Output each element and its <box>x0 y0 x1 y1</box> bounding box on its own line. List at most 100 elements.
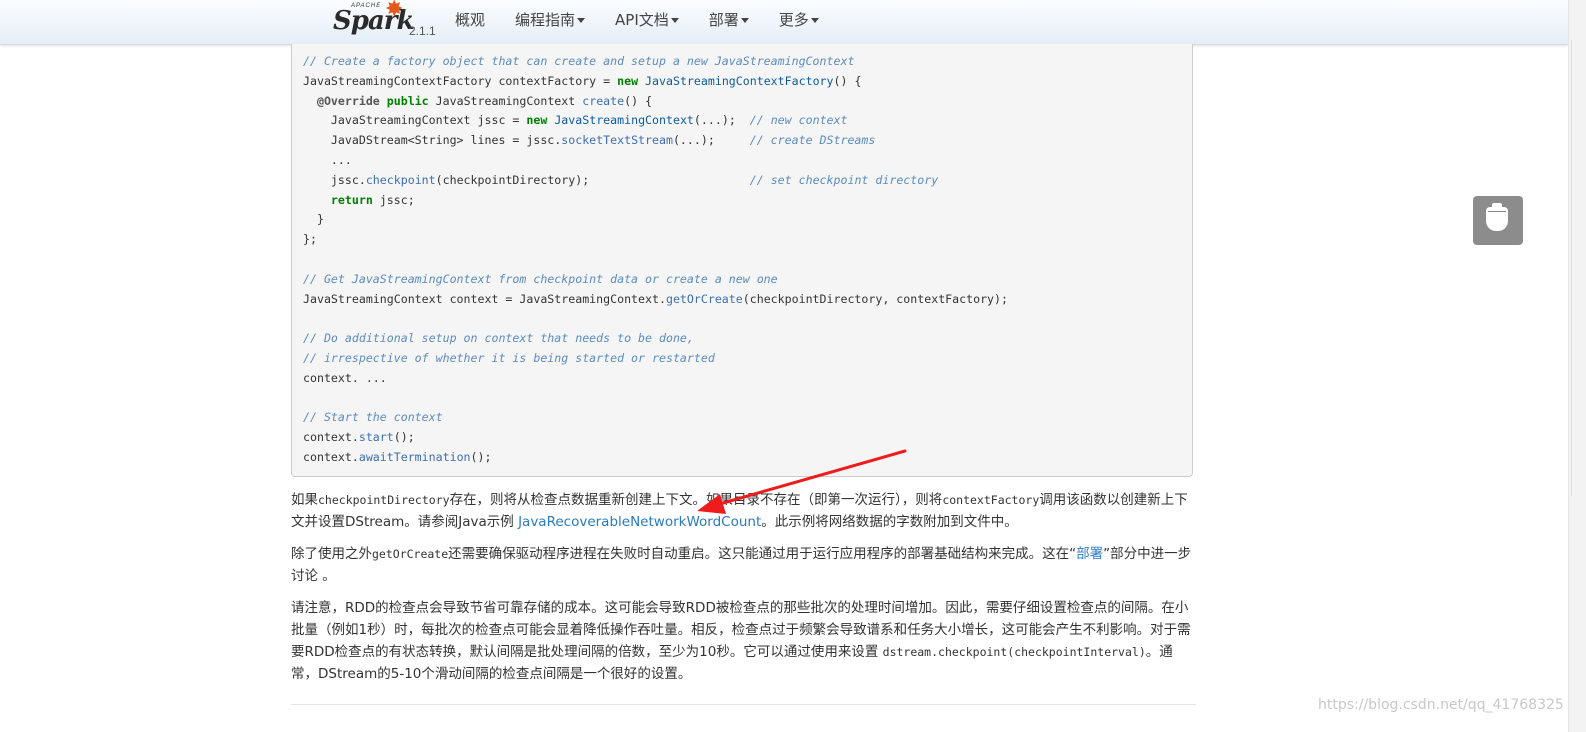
code-line: @Override public JavaStreamingContext cr… <box>303 92 1008 112</box>
inline-code-contextfactory: contextFactory <box>942 493 1040 507</box>
code-token: ... <box>303 152 352 167</box>
code-token: () { <box>624 93 653 108</box>
code-line: // Do additional setup on context that n… <box>303 329 1008 349</box>
nav-item-label: 概观 <box>455 11 486 29</box>
code-token: context. <box>303 449 359 464</box>
nav-item-2[interactable]: API文档 <box>615 0 679 44</box>
code-line: JavaStreamingContext context = JavaStrea… <box>303 290 1008 310</box>
paragraph-getorcreate: 除了使用之外getOrCreate还需要确保驱动程序进程在失败时自动重启。这只能… <box>291 543 1196 587</box>
code-block: // Create a factory object that can crea… <box>291 44 1193 477</box>
scrollbar-thumb[interactable] <box>1571 40 1584 496</box>
code-token: (); <box>393 430 415 445</box>
code-line: jssc.checkpoint(checkpointDirectory); //… <box>303 171 1008 191</box>
code-token: checkpoint <box>365 172 436 187</box>
paragraph-checkpoint-interval: 请注意，RDD的检查点会导致节省可靠存储的成本。这可能会导致RDD被检查点的那些… <box>291 597 1196 685</box>
nav-menu: 概观 编程指南 API文档 部署 更多 <box>455 0 849 44</box>
code-token: // Get JavaStreamingContext from checkpo… <box>303 271 778 286</box>
watermark: https://blog.csdn.net/qq_41768325 <box>1318 697 1564 713</box>
code-token: (checkpointDirectory); <box>435 172 750 187</box>
nav-item-0[interactable]: 概观 <box>455 0 485 44</box>
p1-text-d: 。此示例将网络数据的字数附加到文件中。 <box>761 514 1018 530</box>
p2-text-a: 除了使用之外 <box>291 546 372 562</box>
code-token: JavaStreamingContextFactory <box>645 73 834 88</box>
code-token: (checkpointDirectory, contextFactory); <box>742 291 1008 306</box>
code-line: }; <box>303 230 1008 250</box>
nav-item-label: 部署 <box>708 11 739 29</box>
code-token: // Start the context <box>303 410 443 425</box>
caret-down-icon <box>810 18 819 23</box>
nav-item-3[interactable]: 部署 <box>709 0 749 44</box>
caret-down-icon <box>577 18 586 23</box>
p1-text-a: 如果 <box>291 492 318 508</box>
code-token: new <box>617 73 639 88</box>
code-token: getOrCreate <box>665 291 743 306</box>
code-token: JavaStreamingContext <box>554 113 694 128</box>
code-line: ... <box>303 151 1008 171</box>
inline-code-checkpoint-interval: dstream.checkpoint(checkpointInterval) <box>882 645 1146 659</box>
nav-item-label: 编程指南 <box>515 11 576 29</box>
code-token: () { <box>833 73 862 88</box>
caret-down-icon <box>670 18 679 23</box>
code-token: }; <box>303 232 317 247</box>
code-token: context. <box>303 430 359 445</box>
code-line: // irrespective of whether it is being s… <box>303 349 1008 369</box>
code-line: JavaDStream<String> lines = jssc.socketT… <box>303 131 1008 151</box>
link-deploy[interactable]: 部署 <box>1076 546 1103 562</box>
code-token: JavaStreamingContext <box>428 93 583 108</box>
floating-side-button[interactable] <box>1473 196 1523 245</box>
nav-item-4[interactable]: 更多 <box>779 0 819 44</box>
code-token: } <box>303 212 324 227</box>
code-token: JavaDStream<String> lines = jssc. <box>303 133 562 148</box>
code-token: (...); <box>693 113 750 128</box>
code-line: JavaStreamingContext jssc = new JavaStre… <box>303 111 1008 131</box>
code-token: public <box>386 93 429 108</box>
code-token: JavaStreamingContext context = JavaStrea… <box>303 291 666 306</box>
code-token: new <box>526 113 548 128</box>
code-line: // Create a factory object that can crea… <box>303 52 1008 72</box>
nav-item-label: 更多 <box>778 11 809 29</box>
inline-code-getorcreate: getOrCreate <box>372 547 449 561</box>
code-token: socketTextStream <box>561 133 673 148</box>
code-token: // create DStreams <box>749 133 876 148</box>
code-line: context.start(); <box>303 428 1008 448</box>
code-lines: // Create a factory object that can crea… <box>303 52 1008 468</box>
p2-text-b: 还需要确保驱动程序进程在失败时自动重启。这只能通过用于运行应用程序的部署基础结构… <box>448 546 1077 562</box>
code-line: context.awaitTermination(); <box>303 448 1008 468</box>
code-token: return <box>330 192 373 207</box>
inline-code-checkpointdirectory: checkpointDirectory <box>318 493 450 507</box>
code-token: // Do additional setup on context that n… <box>303 331 694 346</box>
code-token: // set checkpoint directory <box>749 172 939 187</box>
code-token: create <box>582 93 625 108</box>
top-navbar: APACHE Spark ✸ 2.1.1 概观 编程指南 API文档 部署 更多 <box>0 0 1568 45</box>
code-line: // Get JavaStreamingContext from checkpo… <box>303 270 1008 290</box>
code-line: return jssc; <box>303 191 1008 211</box>
link-java-recoverable-example[interactable]: JavaRecoverableNetworkWordCount <box>518 514 761 530</box>
nav-item-1[interactable]: 编程指南 <box>515 0 586 44</box>
code-token: (...); <box>672 133 750 148</box>
paragraph-checkpoint-directory: 如果checkpointDirectory存在，则将从检查点数据重新创建上下文。… <box>291 489 1196 533</box>
caret-down-icon <box>740 18 749 23</box>
code-token: (); <box>470 449 492 464</box>
nav-item-label: API文档 <box>615 11 669 29</box>
code-line: context. ... <box>303 369 1008 389</box>
section-divider <box>291 704 1196 705</box>
code-line: JavaStreamingContextFactory contextFacto… <box>303 72 1008 92</box>
code-token: context. ... <box>303 370 387 385</box>
code-token: awaitTermination <box>358 449 471 464</box>
code-token: // Create a factory object that can crea… <box>303 54 855 68</box>
code-token: start <box>358 430 394 445</box>
code-token: JavaStreamingContext jssc = <box>303 113 527 128</box>
code-token: JavaStreamingContextFactory contextFacto… <box>303 73 618 88</box>
code-token: jssc. <box>303 172 366 187</box>
p1-text-b: 存在，则将从检查点数据重新创建上下文。如果目录不存在（即第一次运行），则将 <box>449 492 943 508</box>
code-line: // Start the context <box>303 408 1008 428</box>
version-label: 2.1.1 <box>409 24 436 38</box>
code-token: jssc; <box>372 192 415 207</box>
code-token: // irrespective of whether it is being s… <box>303 350 715 365</box>
